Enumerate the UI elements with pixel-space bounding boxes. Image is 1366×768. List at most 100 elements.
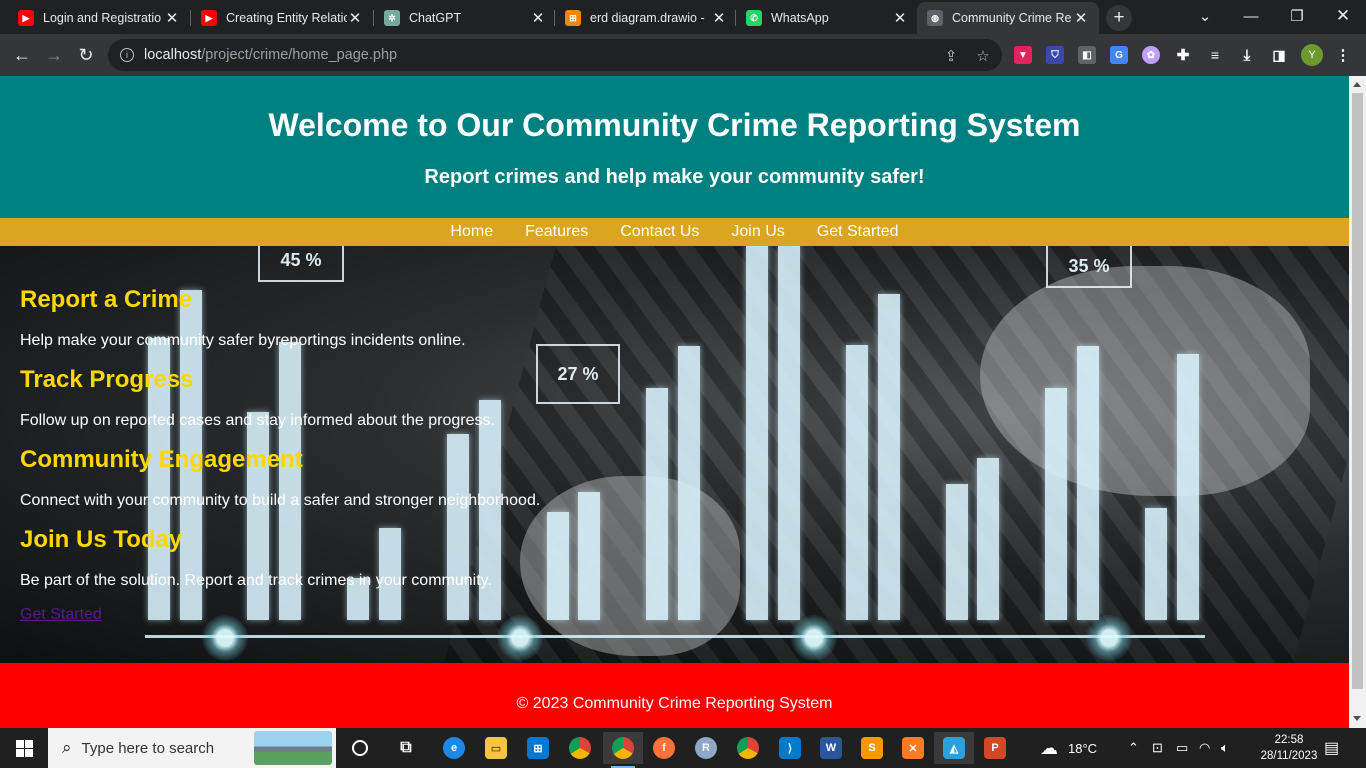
feature-title: Join Us Today [20,526,183,553]
back-icon[interactable]: ← [9,42,35,68]
chart-bar [977,458,999,620]
chrome-icon[interactable] [560,732,600,764]
task-view-icon[interactable]: ⧉ [386,732,426,764]
reading-list-icon[interactable]: ≡ [1206,46,1224,64]
vscode-icon[interactable]: ⟩ [770,732,810,764]
minimize-button[interactable]: — [1228,4,1274,28]
browser-tab[interactable]: ✆ WhatsApp ✕ [736,2,918,34]
globe-icon: ◍ [927,10,943,26]
tab-title: WhatsApp [771,11,829,25]
download-icon[interactable]: ⤓ [1238,46,1256,64]
system-clock[interactable]: 22:58 28/11/2023 [1258,732,1320,764]
profile-avatar[interactable]: Y [1301,44,1323,66]
chart-bar [1077,346,1099,620]
scroll-thumb[interactable] [1352,93,1363,689]
feature-text: Be part of the solution. Report and trac… [20,572,492,589]
pocket-extension-icon[interactable]: ▼ [1014,46,1032,64]
share-icon[interactable]: ⇪ [942,47,960,65]
tab-search-icon[interactable]: ⌄ [1182,4,1228,28]
store-icon[interactable]: ⊞ [518,732,558,764]
cortana-icon[interactable] [340,732,380,764]
nav-contact-us[interactable]: Contact Us [604,223,715,241]
ai-extension-icon[interactable]: ✿ [1142,46,1160,64]
scroll-up-icon[interactable] [1353,82,1361,87]
feature-community-engagement: Community Engagement Connect with your c… [20,446,720,510]
clock-date: 28/11/2023 [1260,750,1318,762]
r-app-icon[interactable]: R [686,732,726,764]
powerpoint-icon[interactable]: P [975,732,1015,764]
tab-title: Login and Registratio [43,11,162,25]
chart-bar [846,345,868,620]
cloud-moon-icon: ☁ [1040,737,1058,758]
edge-icon[interactable]: e [434,732,474,764]
restore-button[interactable]: ❐ [1274,4,1320,28]
weather-temp: 18°C [1068,740,1098,756]
url-host: localhost [144,47,202,63]
firefox-icon[interactable]: f [644,732,684,764]
battery-icon[interactable]: ▭ [1176,728,1188,768]
bookmark-star-icon[interactable]: ☆ [974,47,992,65]
chart-bar [1145,508,1167,620]
tray-chevron-icon[interactable]: ⌃ [1128,728,1139,768]
youtube-icon: ▶ [201,10,217,26]
scroll-down-icon[interactable] [1353,716,1361,721]
chart-baseline [145,635,1205,638]
glow-dot [1086,615,1132,661]
side-panel-icon[interactable]: ◨ [1270,46,1288,64]
address-bar[interactable]: i localhost/project/crime/home_page.php … [108,39,1002,71]
feature-text: Connect with your community to build a s… [20,492,541,509]
tab-title: erd diagram.drawio - [590,11,705,25]
extensions-puzzle-icon[interactable]: ✚ [1174,46,1192,64]
windows-taskbar: ⌕ Type here to search ⧉ e ▭ ⊞ f R ⟩ W S … [0,728,1366,768]
browser-tab[interactable]: ✲ ChatGPT ✕ [374,2,556,34]
nav-get-started[interactable]: Get Started [801,223,915,241]
tab-strip: ▶ Login and Registratio ✕ ▶ Creating Ent… [0,0,1366,34]
reload-icon[interactable]: ↻ [73,42,99,68]
shield-extension-icon[interactable]: ⛉ [1046,46,1064,64]
close-tab-icon[interactable]: ✕ [164,9,180,27]
close-tab-icon[interactable]: ✕ [711,9,727,27]
browser-tab[interactable]: ▶ Login and Registratio ✕ [8,2,190,34]
forward-icon[interactable]: → [41,42,67,68]
start-button[interactable] [0,728,48,768]
site-header: Welcome to Our Community Crime Reporting… [0,76,1349,218]
close-tab-icon[interactable]: ✕ [530,9,546,27]
close-tab-icon[interactable]: ✕ [1073,9,1089,27]
feature-title: Track Progress [20,366,194,393]
taskbar-search[interactable]: ⌕ Type here to search [48,728,336,768]
site-info-icon[interactable]: i [120,48,134,62]
close-tab-icon[interactable]: ✕ [347,9,363,27]
new-tab-button[interactable]: + [1106,5,1132,31]
feature-title: Community Engagement [20,446,303,473]
nav-features[interactable]: Features [509,223,604,241]
chart-bar [778,246,800,620]
file-explorer-icon[interactable]: ▭ [476,732,516,764]
search-highlight-image [254,731,332,765]
browser-tab-active[interactable]: ◍ Community Crime Re ✕ [917,2,1099,34]
translate-extension-icon[interactable]: G [1110,46,1128,64]
menu-kebab-icon[interactable]: ⋮ [1334,46,1352,64]
close-window-button[interactable]: ✕ [1320,4,1366,28]
weather-widget[interactable]: ☁ 18°C [1040,728,1097,768]
nav-home[interactable]: Home [434,223,509,241]
close-tab-icon[interactable]: ✕ [892,9,908,27]
wifi-icon[interactable]: ◠ [1199,728,1210,768]
word-icon[interactable]: W [811,732,851,764]
nav-join-us[interactable]: Join Us [715,223,800,241]
chrome-icon[interactable] [728,732,768,764]
volume-icon[interactable]: 🔈︎ [1221,728,1229,768]
photos-icon[interactable]: ◭ [934,732,974,764]
browser-tab[interactable]: ▶ Creating Entity Relatic ✕ [191,2,373,34]
sublime-icon[interactable]: S [852,732,892,764]
get-started-link[interactable]: Get Started [20,606,102,624]
search-icon: ⌕ [62,738,72,757]
page-scrollbar[interactable] [1349,76,1366,728]
browser-tab[interactable]: ⊞ erd diagram.drawio - ✕ [555,2,737,34]
camera-extension-icon[interactable]: ◧ [1078,46,1096,64]
xampp-icon[interactable]: ✕ [893,732,933,764]
notifications-icon[interactable]: ▤ [1324,728,1339,768]
chrome-profile-icon[interactable] [603,732,643,768]
feature-track-progress: Track Progress Follow up on reported cas… [20,366,720,430]
page-subtitle: Report crimes and help make your communi… [424,166,925,188]
meet-now-icon[interactable]: ⊡ [1152,728,1163,768]
